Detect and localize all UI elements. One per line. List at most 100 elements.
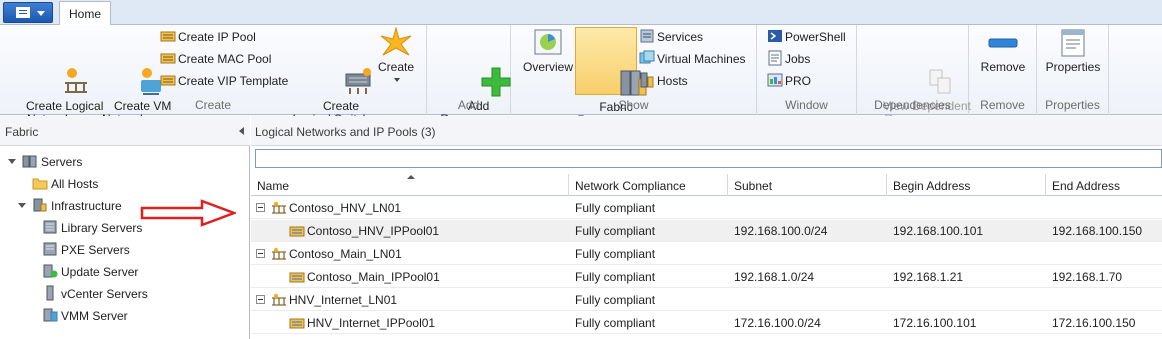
jobs-icon — [767, 50, 783, 66]
row-name-cell: Contoso_Main_LN01 — [265, 243, 402, 265]
row-subnet-cell — [728, 289, 734, 311]
collapse-icon[interactable] — [256, 249, 265, 258]
row-compliance-cell: Fully compliant — [575, 316, 656, 330]
logical-network-icon — [33, 53, 87, 93]
tree-item-pxe-servers[interactable]: PXE Servers — [42, 240, 130, 260]
row-begin-address-cell: 172.16.100.101 — [893, 316, 977, 330]
mac-pool-icon — [160, 50, 176, 66]
tab-home[interactable]: Home — [59, 1, 111, 26]
row-compliance-cell: Fully compliant — [575, 201, 656, 215]
search-input[interactable] — [255, 149, 1162, 168]
remove-button[interactable]: Remove — [975, 27, 1031, 74]
column-header-begin-address[interactable]: Begin Address — [887, 174, 1046, 196]
fabric-resources-button[interactable]: Fabric Resources — [575, 27, 647, 127]
row-end-address-cell: 192.168.1.70 — [1052, 270, 1123, 284]
row-end-address-cell — [1046, 243, 1052, 265]
table-row[interactable]: Contoso_HNV_IPPool01 Fully compliant 192… — [251, 220, 1162, 242]
create-vip-template-button[interactable]: Create VIP Template — [160, 72, 288, 90]
tree-item-infrastructure[interactable]: Infrastructure — [18, 196, 122, 216]
starburst-icon — [380, 26, 412, 59]
logical-switch-icon — [315, 53, 371, 94]
pro-icon — [767, 72, 783, 88]
folder-icon — [32, 175, 48, 191]
create-ip-pool-button[interactable]: Create IP Pool — [160, 28, 256, 46]
fabric-resources-icon — [590, 54, 647, 96]
chevron-down-icon — [394, 78, 400, 82]
jobs-button[interactable]: Jobs — [767, 50, 810, 68]
row-subnet-cell: 172.16.100.0/24 — [734, 316, 821, 330]
plus-icon — [453, 53, 511, 97]
ribbon-group-remove: Remove Remove — [969, 25, 1037, 115]
ribbon-group-add: Add Resources Add — [427, 25, 511, 126]
grid-column-headers: Name Network Compliance Subnet Begin Add… — [251, 174, 1162, 196]
ribbon: Create Logical Network Create VM Network… — [0, 25, 1162, 127]
group-label-remove: Remove — [980, 98, 1025, 112]
pro-button[interactable]: PRO — [767, 72, 811, 90]
library-server-icon — [42, 219, 58, 235]
properties-icon — [1057, 27, 1089, 59]
ribbon-group-dependencies: View Dependent Resources Dependencies — [857, 25, 971, 126]
servers-icon — [22, 153, 38, 169]
ribbon-group-show: Overview Fabric Resources Services Virtu… — [511, 25, 757, 127]
row-compliance-cell: Fully compliant — [575, 247, 656, 261]
table-row[interactable]: Contoso_Main_IPPool01 Fully compliant 19… — [251, 266, 1162, 288]
row-compliance-cell: Fully compliant — [575, 270, 656, 284]
tree-item-vmm-server[interactable]: VMM Server — [42, 306, 128, 326]
powershell-icon — [767, 28, 783, 44]
row-end-address-cell — [1046, 289, 1052, 311]
row-name-cell: Contoso_HNV_IPPool01 — [283, 220, 439, 242]
row-subnet-cell — [728, 197, 734, 219]
logical-network-icon — [271, 292, 287, 306]
collapse-icon[interactable] — [256, 295, 265, 304]
tree-expand-icon[interactable] — [18, 203, 26, 208]
tree-expand-icon[interactable] — [8, 159, 16, 164]
create-menu-button[interactable]: Create — [375, 26, 417, 87]
chevron-down-icon — [37, 11, 45, 16]
row-end-address-cell: 172.16.100.150 — [1052, 316, 1136, 330]
tree-item-update-server[interactable]: Update Server — [42, 262, 138, 282]
ribbon-group-properties: Properties Properties — [1037, 25, 1109, 115]
table-row[interactable]: Contoso_Main_LN01 Fully compliant — [251, 243, 1162, 265]
tree-item-vcenter-servers[interactable]: vCenter Servers — [42, 284, 148, 304]
fabric-navigation-pane: Fabric Servers All Hosts Infrastructure … — [0, 116, 250, 339]
row-compliance-cell: Fully compliant — [575, 293, 656, 307]
row-name-cell: HNV_Internet_IPPool01 — [283, 312, 435, 334]
column-header-name[interactable]: Name — [251, 174, 569, 196]
menu-icon — [16, 7, 30, 18]
nav-pane-title: Fabric — [5, 125, 39, 139]
hosts-button[interactable]: Hosts — [639, 72, 688, 90]
update-server-icon — [42, 263, 58, 279]
remove-icon — [987, 27, 1019, 59]
services-button[interactable]: Services — [639, 28, 703, 46]
row-end-address-cell: 192.168.100.150 — [1052, 224, 1143, 238]
virtual-machines-button[interactable]: Virtual Machines — [639, 50, 746, 68]
collapse-pane-icon[interactable] — [239, 127, 244, 135]
collapse-icon[interactable] — [256, 203, 265, 212]
hosts-icon — [639, 72, 655, 88]
properties-button[interactable]: Properties — [1041, 27, 1105, 74]
ip-pool-icon — [160, 28, 176, 44]
vcenter-server-icon — [42, 285, 58, 301]
create-mac-pool-button[interactable]: Create MAC Pool — [160, 50, 271, 68]
pxe-server-icon — [42, 241, 58, 257]
column-header-end-address[interactable]: End Address — [1046, 174, 1162, 196]
row-end-address-cell — [1046, 197, 1052, 219]
group-label-create: Create — [194, 98, 232, 112]
tree-item-library-servers[interactable]: Library Servers — [42, 218, 142, 238]
vmm-server-icon — [42, 307, 58, 323]
tree-item-all-hosts[interactable]: All Hosts — [32, 174, 98, 194]
services-icon — [639, 28, 655, 44]
list-header: Logical Networks and IP Pools (3) — [251, 116, 1162, 146]
table-row[interactable]: HNV_Internet_IPPool01 Fully compliant 17… — [251, 312, 1162, 334]
table-row[interactable]: Contoso_HNV_LN01 Fully compliant — [251, 197, 1162, 219]
column-header-network-compliance[interactable]: Network Compliance — [569, 174, 728, 196]
row-subnet-cell: 192.168.1.0/24 — [734, 270, 815, 284]
powershell-button[interactable]: PowerShell — [767, 28, 846, 46]
logical-network-icon — [271, 246, 287, 260]
column-header-subnet[interactable]: Subnet — [728, 174, 887, 196]
table-row[interactable]: HNV_Internet_LN01 Fully compliant — [251, 289, 1162, 311]
application-menu-button[interactable] — [3, 2, 53, 23]
row-begin-address-cell — [887, 243, 893, 265]
overview-button[interactable]: Overview — [519, 27, 577, 74]
tree-item-servers[interactable]: Servers — [8, 152, 82, 172]
